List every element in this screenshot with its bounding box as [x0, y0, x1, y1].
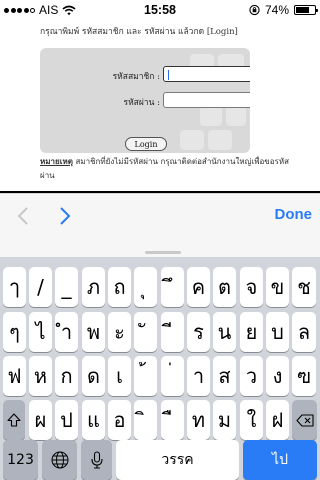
- key[interactable]: น: [213, 312, 236, 352]
- key[interactable]: ค: [187, 267, 210, 307]
- login-instruction: กรุณาพิมพ์ รหัสสมาชิก และ รหัสผ่าน แล้วก…: [40, 27, 238, 37]
- battery-icon: [294, 5, 318, 15]
- key[interactable]: ว: [240, 356, 263, 396]
- key[interactable]: _: [55, 267, 78, 307]
- battery-percent: 74%: [264, 3, 289, 17]
- key[interactable]: แ: [82, 400, 105, 440]
- key[interactable]: อ: [108, 400, 131, 440]
- dictation-key[interactable]: [81, 440, 112, 480]
- space-key[interactable]: วรรค: [116, 440, 239, 480]
- key[interactable]: ุ: [134, 267, 157, 307]
- key[interactable]: า: [187, 356, 210, 396]
- status-bar: AIS 15:58 74%: [0, 0, 320, 20]
- key[interactable]: พ: [82, 312, 105, 352]
- note-title: หมายเหตุ: [40, 156, 73, 166]
- key[interactable]: ร: [187, 312, 210, 352]
- done-button[interactable]: Done: [275, 206, 313, 223]
- key[interactable]: ะ: [108, 312, 131, 352]
- globe-key[interactable]: [42, 440, 77, 480]
- panel-decoration: [180, 130, 204, 150]
- key[interactable]: บ: [266, 312, 289, 352]
- key[interactable]: ป: [55, 400, 78, 440]
- key[interactable]: ภ: [82, 267, 105, 307]
- note-text: สมาชิกที่ยังไม่มีรหัสผ่าน กรุณาติดต่อสำน…: [40, 157, 290, 180]
- key[interactable]: /: [29, 267, 52, 307]
- backspace-key[interactable]: [292, 400, 317, 440]
- password-label: รหัสผ่าน :: [123, 98, 161, 108]
- key[interactable]: เ: [108, 356, 131, 396]
- key[interactable]: ึ: [161, 267, 184, 307]
- key[interactable]: ล: [292, 312, 316, 352]
- login-button[interactable]: Login: [125, 137, 167, 151]
- key[interactable]: ื: [161, 400, 184, 440]
- keyboard-handle: [145, 251, 181, 254]
- key[interactable]: ช: [292, 267, 316, 307]
- key[interactable]: ไ: [29, 312, 52, 352]
- key[interactable]: ง: [266, 356, 289, 396]
- key[interactable]: ต: [213, 267, 236, 307]
- chevron-right-icon[interactable]: [56, 206, 72, 226]
- key[interactable]: ี: [161, 312, 184, 352]
- note: หมายเหตุ สมาชิกที่ยังไม่มีรหัสผ่าน กรุณา…: [40, 154, 290, 183]
- go-key[interactable]: ไป: [243, 440, 317, 480]
- key[interactable]: ้: [134, 356, 157, 396]
- microphone-icon: [90, 451, 103, 469]
- member-id-label: รหัสสมาชิก :: [112, 72, 160, 82]
- text-caret: [168, 70, 169, 80]
- member-id-input[interactable]: [163, 66, 250, 82]
- key[interactable]: ฝ: [266, 400, 289, 440]
- shift-icon: [7, 413, 21, 427]
- key[interactable]: ใ: [240, 400, 263, 440]
- key[interactable]: ท: [187, 400, 210, 440]
- key[interactable]: ย: [240, 312, 263, 352]
- rotation-lock-icon: [249, 4, 260, 16]
- status-right: 74%: [249, 3, 318, 17]
- member-id-row: รหัสสมาชิก :: [40, 66, 250, 84]
- key[interactable]: ส: [213, 356, 236, 396]
- key[interactable]: ิ: [134, 400, 157, 440]
- key[interactable]: ก: [55, 356, 78, 396]
- key[interactable]: ข: [266, 267, 289, 307]
- key[interactable]: ั: [134, 312, 157, 352]
- web-content: กรุณาพิมพ์ รหัสสมาชิก และ รหัสผ่าน แล้วก…: [0, 20, 320, 193]
- chevron-left-icon[interactable]: [16, 206, 32, 226]
- key[interactable]: ม: [213, 400, 236, 440]
- globe-icon: [51, 451, 68, 469]
- key[interactable]: ๅ: [3, 267, 26, 307]
- key[interactable]: ฃ: [292, 356, 316, 396]
- key[interactable]: จ: [240, 267, 263, 307]
- backspace-icon: [295, 413, 314, 427]
- numbers-key[interactable]: 123: [3, 440, 38, 480]
- keyboard-accessory-bar: Done: [0, 193, 320, 257]
- panel-decoration: [208, 130, 232, 150]
- key[interactable]: ฟ: [3, 356, 26, 396]
- key[interactable]: ถ: [108, 267, 131, 307]
- login-panel: รหัสสมาชิก : รหัสผ่าน : Login: [40, 48, 250, 153]
- key[interactable]: ๆ: [3, 312, 26, 352]
- password-input[interactable]: [163, 92, 250, 108]
- shift-key[interactable]: [3, 400, 25, 440]
- password-row: รหัสผ่าน :: [40, 92, 250, 110]
- battery-fill: [296, 7, 309, 13]
- key[interactable]: ผ: [29, 400, 52, 440]
- key[interactable]: ห: [29, 356, 52, 396]
- key[interactable]: ำ: [55, 312, 78, 352]
- keyboard: ๅ / _ ภ ถ ุ ึ ค ต จ ข ช ๆ ไ ำ พ ะ ั ี ร …: [0, 257, 320, 480]
- key[interactable]: ่: [161, 356, 184, 396]
- key[interactable]: ด: [82, 356, 105, 396]
